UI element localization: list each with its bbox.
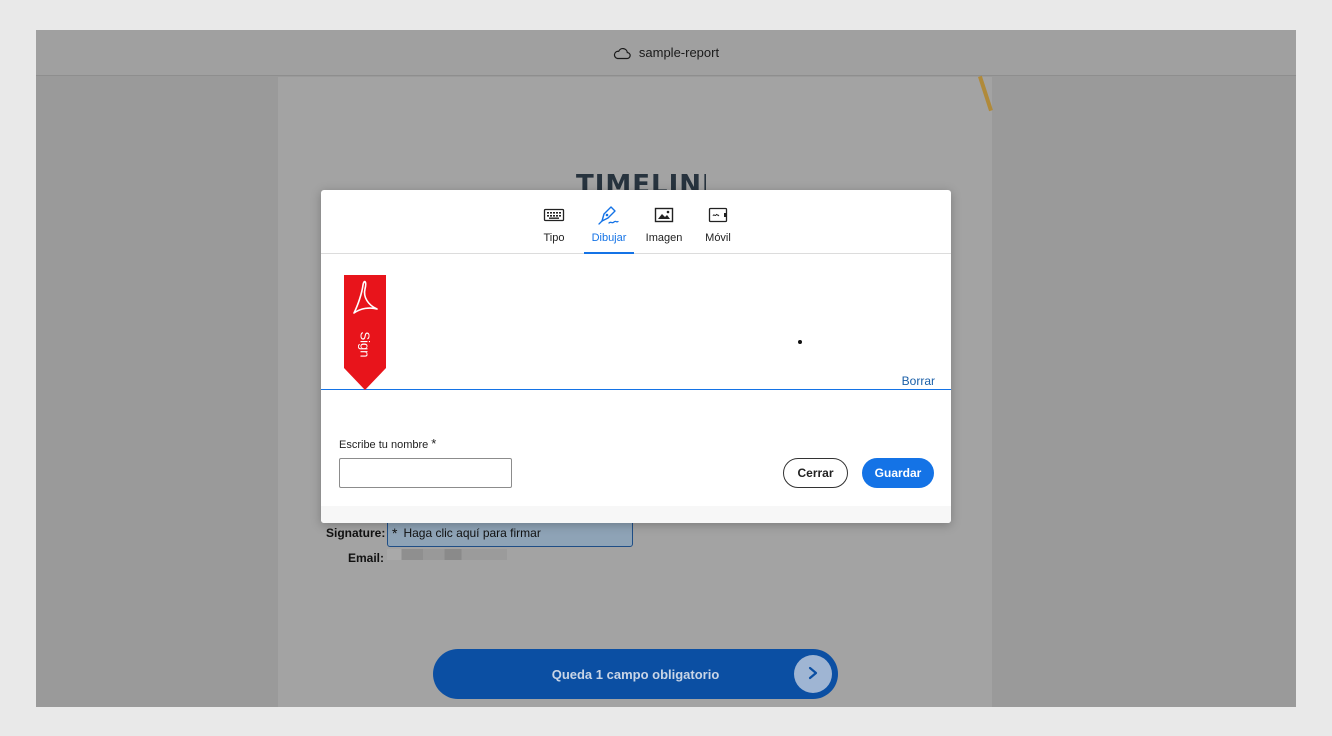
keyboard-icon xyxy=(543,204,565,232)
signature-placeholder: Haga clic aquí para firmar xyxy=(403,526,541,540)
adobe-sign-ribbon: Sign xyxy=(344,275,386,390)
name-field-label: Escribe tu nombre * xyxy=(339,436,436,451)
signature-label: Signature: xyxy=(326,526,386,540)
name-input[interactable] xyxy=(339,458,512,488)
signature-method-tabs: Tipo Dibujar Imagen Móvil xyxy=(321,190,951,254)
next-field-button[interactable] xyxy=(794,655,832,693)
tab-mobile[interactable]: Móvil xyxy=(698,204,738,254)
required-asterisk: * xyxy=(431,436,437,451)
sign-ribbon-label: Sign xyxy=(357,331,373,358)
chevron-right-icon xyxy=(807,666,819,683)
signature-field[interactable]: * Haga clic aquí para firmar xyxy=(387,520,633,547)
save-button[interactable]: Guardar xyxy=(862,458,934,488)
tab-draw-label: Dibujar xyxy=(591,232,627,244)
dialog-footer-strip xyxy=(321,506,951,523)
clear-link[interactable]: Borrar xyxy=(902,374,935,388)
pen-icon xyxy=(597,204,621,232)
close-button[interactable]: Cerrar xyxy=(783,458,848,488)
cloud-icon xyxy=(613,46,631,60)
tab-mobile-label: Móvil xyxy=(705,232,731,244)
signature-ink-dot xyxy=(798,340,802,344)
mobile-icon xyxy=(707,204,729,232)
title-bar: sample-report xyxy=(36,30,1296,76)
name-field-label-text: Escribe tu nombre xyxy=(339,439,429,451)
required-asterisk: * xyxy=(392,525,398,541)
image-icon xyxy=(653,204,675,232)
tab-image-label: Imagen xyxy=(645,232,683,244)
document-title: sample-report xyxy=(638,45,720,60)
tab-type-label: Tipo xyxy=(543,232,565,244)
tab-draw[interactable]: Dibujar xyxy=(584,204,634,254)
required-fields-label: Queda 1 campo obligatorio xyxy=(551,666,720,682)
tab-type[interactable]: Tipo xyxy=(534,204,574,254)
email-label: Email: xyxy=(348,551,385,565)
email-value-redacted xyxy=(387,549,507,560)
signature-dialog: Tipo Dibujar Imagen Móvil Sign Borrar Es… xyxy=(321,190,951,523)
signature-drawing-canvas[interactable]: Sign Borrar xyxy=(321,254,951,390)
tab-image[interactable]: Imagen xyxy=(644,204,684,254)
required-fields-bar[interactable]: Queda 1 campo obligatorio xyxy=(433,649,838,699)
